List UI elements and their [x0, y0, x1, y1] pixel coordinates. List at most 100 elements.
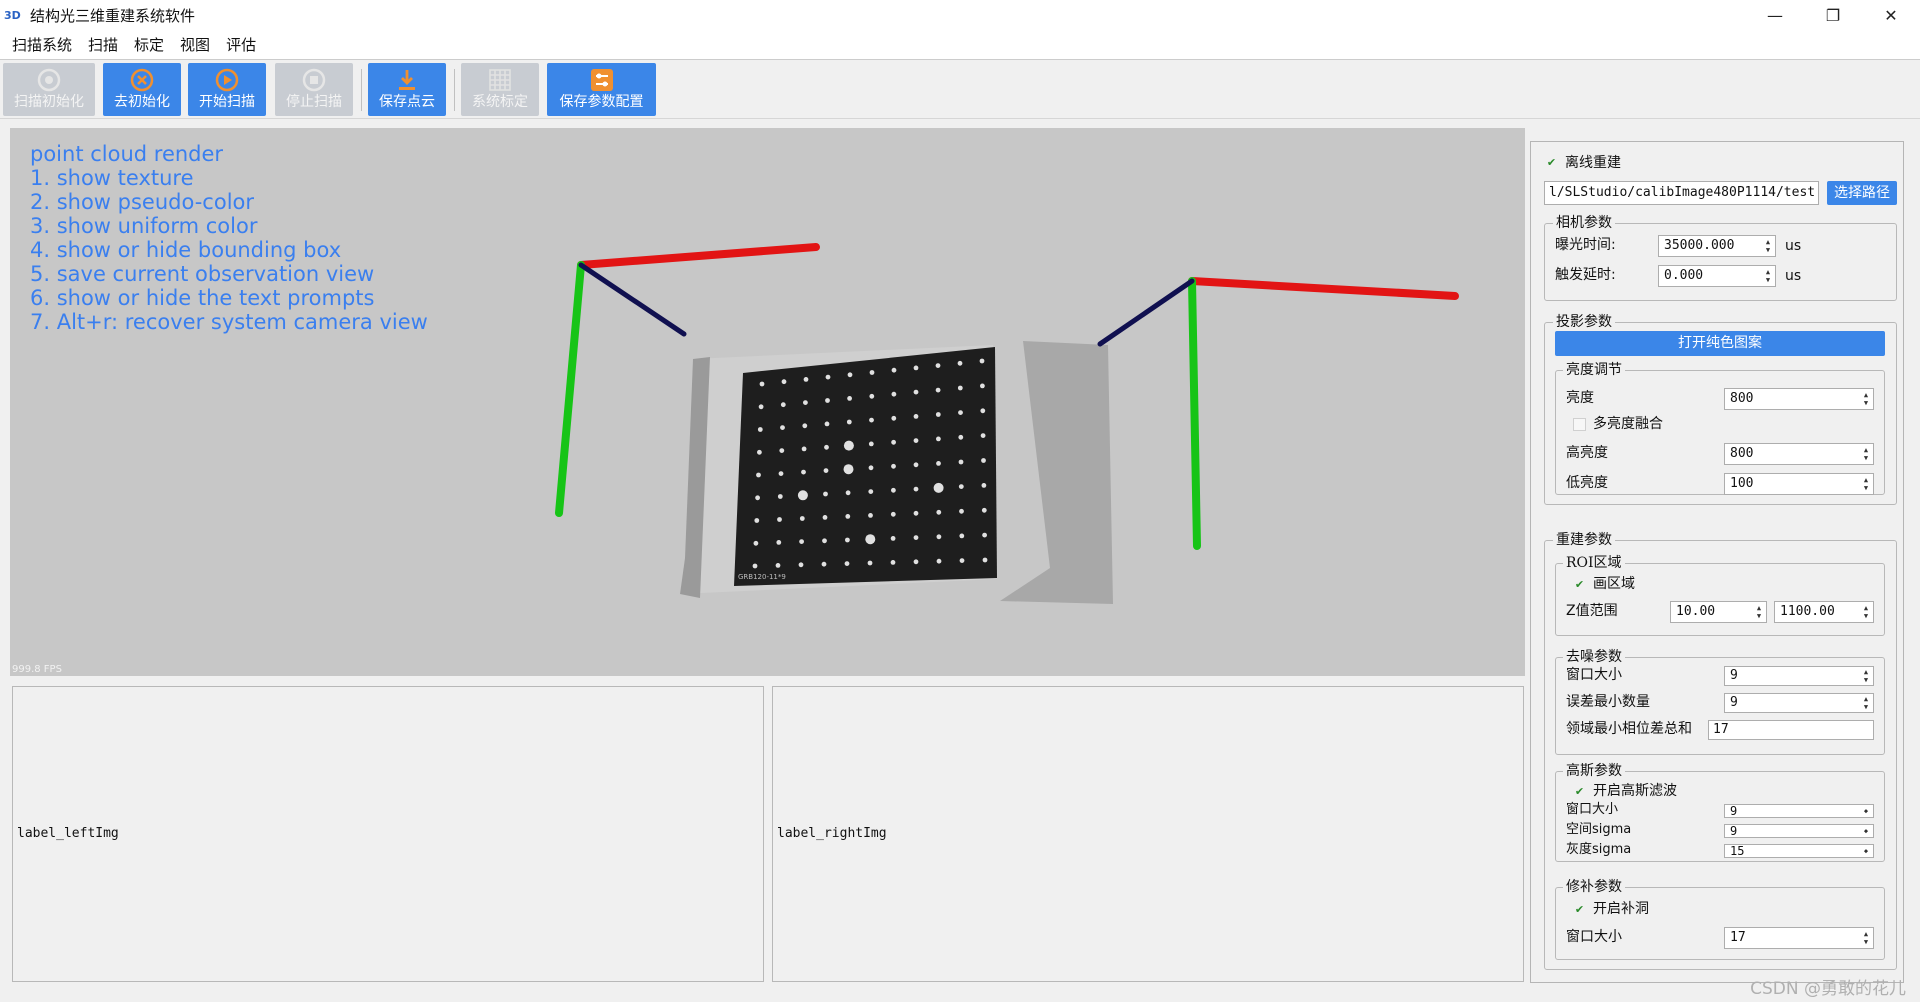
calibration-dot: [868, 441, 874, 447]
calibration-dot: [799, 539, 804, 544]
calibration-dot: [757, 427, 763, 432]
stop-scan-button[interactable]: 停止扫描: [275, 63, 353, 116]
spin-arrows[interactable]: ▲ ▼: [1762, 266, 1774, 286]
high-brightness-spinbox[interactable]: 800 ▲ ▼: [1724, 443, 1874, 465]
calibration-dot: [936, 461, 941, 466]
prompt-line: point cloud render: [30, 142, 224, 166]
gaussian-window-spinbox[interactable]: 9 ◆: [1724, 804, 1874, 818]
left-image-pane: label_leftImg: [12, 686, 764, 982]
calibration-dot: [803, 377, 809, 382]
menu-bar: 扫描系统 扫描 标定 视图 评估: [0, 30, 1920, 60]
calibration-dot: [865, 534, 876, 545]
calibration-dot: [891, 391, 897, 397]
calibration-dot: [780, 402, 786, 408]
repair-enable-checkbox[interactable]: ✔: [1573, 903, 1586, 916]
calibration-dot: [844, 561, 850, 566]
save-cloud-button[interactable]: 保存点云: [368, 63, 446, 116]
calibration-dot: [933, 482, 944, 493]
repair-enable-label: 开启补洞: [1593, 901, 1649, 917]
restore-button[interactable]: ❐: [1804, 0, 1862, 30]
menu-evaluate[interactable]: 评估: [218, 34, 264, 55]
calibration-dot: [957, 360, 963, 366]
phase-diff-input[interactable]: 17: [1708, 720, 1874, 740]
spin-arrows[interactable]: ▲ ▼: [1860, 928, 1872, 948]
calibration-dot: [982, 532, 987, 538]
toolbar-separator: [361, 69, 362, 111]
draw-region-checkbox[interactable]: ✔: [1573, 578, 1586, 591]
spin-arrows[interactable]: ▲ ▼: [1860, 602, 1872, 622]
spin-arrows[interactable]: ▲ ▼: [1860, 694, 1872, 712]
menu-scan[interactable]: 扫描: [80, 34, 126, 55]
system-calibration-button[interactable]: 系统标定: [461, 63, 539, 116]
min-error-count-spinbox[interactable]: 9 ▲ ▼: [1724, 693, 1874, 713]
calibration-dot: [843, 440, 854, 451]
calibration-dot: [959, 558, 965, 563]
camera-params-title: 相机参数: [1553, 215, 1615, 231]
reconstruction-params-title: 重建参数: [1553, 532, 1615, 548]
repair-window-spinbox[interactable]: 17 ▲ ▼: [1724, 927, 1874, 949]
calibration-dot: [979, 358, 985, 364]
spin-arrows[interactable]: ▲ ▼: [1860, 667, 1872, 685]
spin-arrows[interactable]: ▲ ▼: [1860, 444, 1872, 464]
delay-spinbox[interactable]: 0.000 ▲ ▼: [1658, 265, 1776, 287]
calibration-dot: [936, 436, 941, 442]
close-button[interactable]: ✕: [1862, 0, 1920, 30]
window-size-spinbox[interactable]: 9 ▲ ▼: [1724, 666, 1874, 686]
calibration-dot: [754, 518, 760, 523]
scan-init-button[interactable]: 扫描初始化: [3, 63, 95, 116]
calibration-dot: [799, 516, 805, 521]
min-error-count-label: 误差最小数量: [1566, 694, 1650, 710]
open-pattern-button[interactable]: 打开纯色图案: [1555, 331, 1885, 356]
window-controls: — ❐ ✕: [1746, 0, 1920, 30]
spin-arrows[interactable]: ▲ ▼: [1753, 602, 1765, 622]
gaussian-group-title: 高斯参数: [1563, 763, 1625, 779]
gaussian-enable-label: 开启高斯滤波: [1593, 783, 1677, 799]
exposure-label: 曝光时间:: [1555, 237, 1616, 253]
calibration-dot: [957, 385, 963, 391]
calibration-dot: [821, 561, 827, 567]
prompt-line: 4. show or hide bounding box: [30, 238, 342, 262]
z-max-spinbox[interactable]: 1100.00 ▲ ▼: [1774, 601, 1874, 623]
spin-arrows[interactable]: ▲ ▼: [1860, 389, 1872, 409]
start-scan-button[interactable]: 开始扫描: [188, 63, 266, 116]
spin-arrows[interactable]: ◆: [1860, 845, 1872, 857]
spin-arrows[interactable]: ◆: [1860, 805, 1872, 817]
brightness-spinbox[interactable]: 800 ▲ ▼: [1724, 388, 1874, 410]
gaussian-gray-sigma-spinbox[interactable]: 15 ◆: [1724, 844, 1874, 858]
path-input[interactable]: l/SLStudio/calibImage480P1114/test: [1544, 181, 1819, 205]
exposure-spinbox[interactable]: 35000.000 ▲ ▼: [1658, 235, 1776, 257]
spin-arrows[interactable]: ▲ ▼: [1860, 474, 1872, 494]
gaussian-enable-checkbox[interactable]: ✔: [1573, 785, 1586, 798]
minimize-button[interactable]: —: [1746, 0, 1804, 30]
prompt-line: 2. show pseudo-color: [30, 190, 255, 214]
window-size-label: 窗口大小: [1566, 667, 1622, 683]
multi-brightness-checkbox[interactable]: [1573, 418, 1586, 431]
offline-checkbox[interactable]: ✔: [1545, 156, 1558, 169]
calibration-dot: [913, 389, 919, 395]
calibration-dot: [935, 412, 941, 417]
gaussian-space-sigma-label: 空间sigma: [1566, 822, 1632, 837]
gaussian-space-sigma-spinbox[interactable]: 9 ◆: [1724, 824, 1874, 838]
prompt-line: 5. save current observation view: [30, 262, 375, 286]
point-cloud-viewer[interactable]: GRB120-11*9 point cloud render 1. show t…: [10, 128, 1525, 676]
deinit-button[interactable]: 去初始化: [103, 63, 181, 116]
menu-view[interactable]: 视图: [172, 34, 218, 55]
menu-calibrate[interactable]: 标定: [126, 34, 172, 55]
wall-surface: [1000, 341, 1113, 604]
save-config-button[interactable]: 保存参数配置: [547, 63, 656, 116]
draw-region-label: 画区域: [1593, 576, 1635, 592]
high-brightness-label: 高亮度: [1566, 445, 1608, 461]
spin-arrows[interactable]: ▲ ▼: [1762, 236, 1774, 256]
choose-path-button[interactable]: 选择路径: [1827, 181, 1897, 205]
z-min-spinbox[interactable]: 10.00 ▲ ▼: [1670, 601, 1767, 623]
phase-diff-label: 领域最小相位差总和: [1566, 721, 1692, 737]
spin-arrows[interactable]: ◆: [1860, 825, 1872, 837]
low-brightness-spinbox[interactable]: 100 ▲ ▼: [1724, 473, 1874, 495]
calibration-board: [734, 347, 997, 586]
menu-scan-system[interactable]: 扫描系统: [4, 34, 80, 55]
roi-group: [1555, 563, 1885, 636]
calibration-dot: [822, 538, 827, 544]
calibration-dot: [913, 486, 919, 492]
calibration-dot: [869, 417, 874, 423]
calibration-dot: [846, 419, 852, 425]
